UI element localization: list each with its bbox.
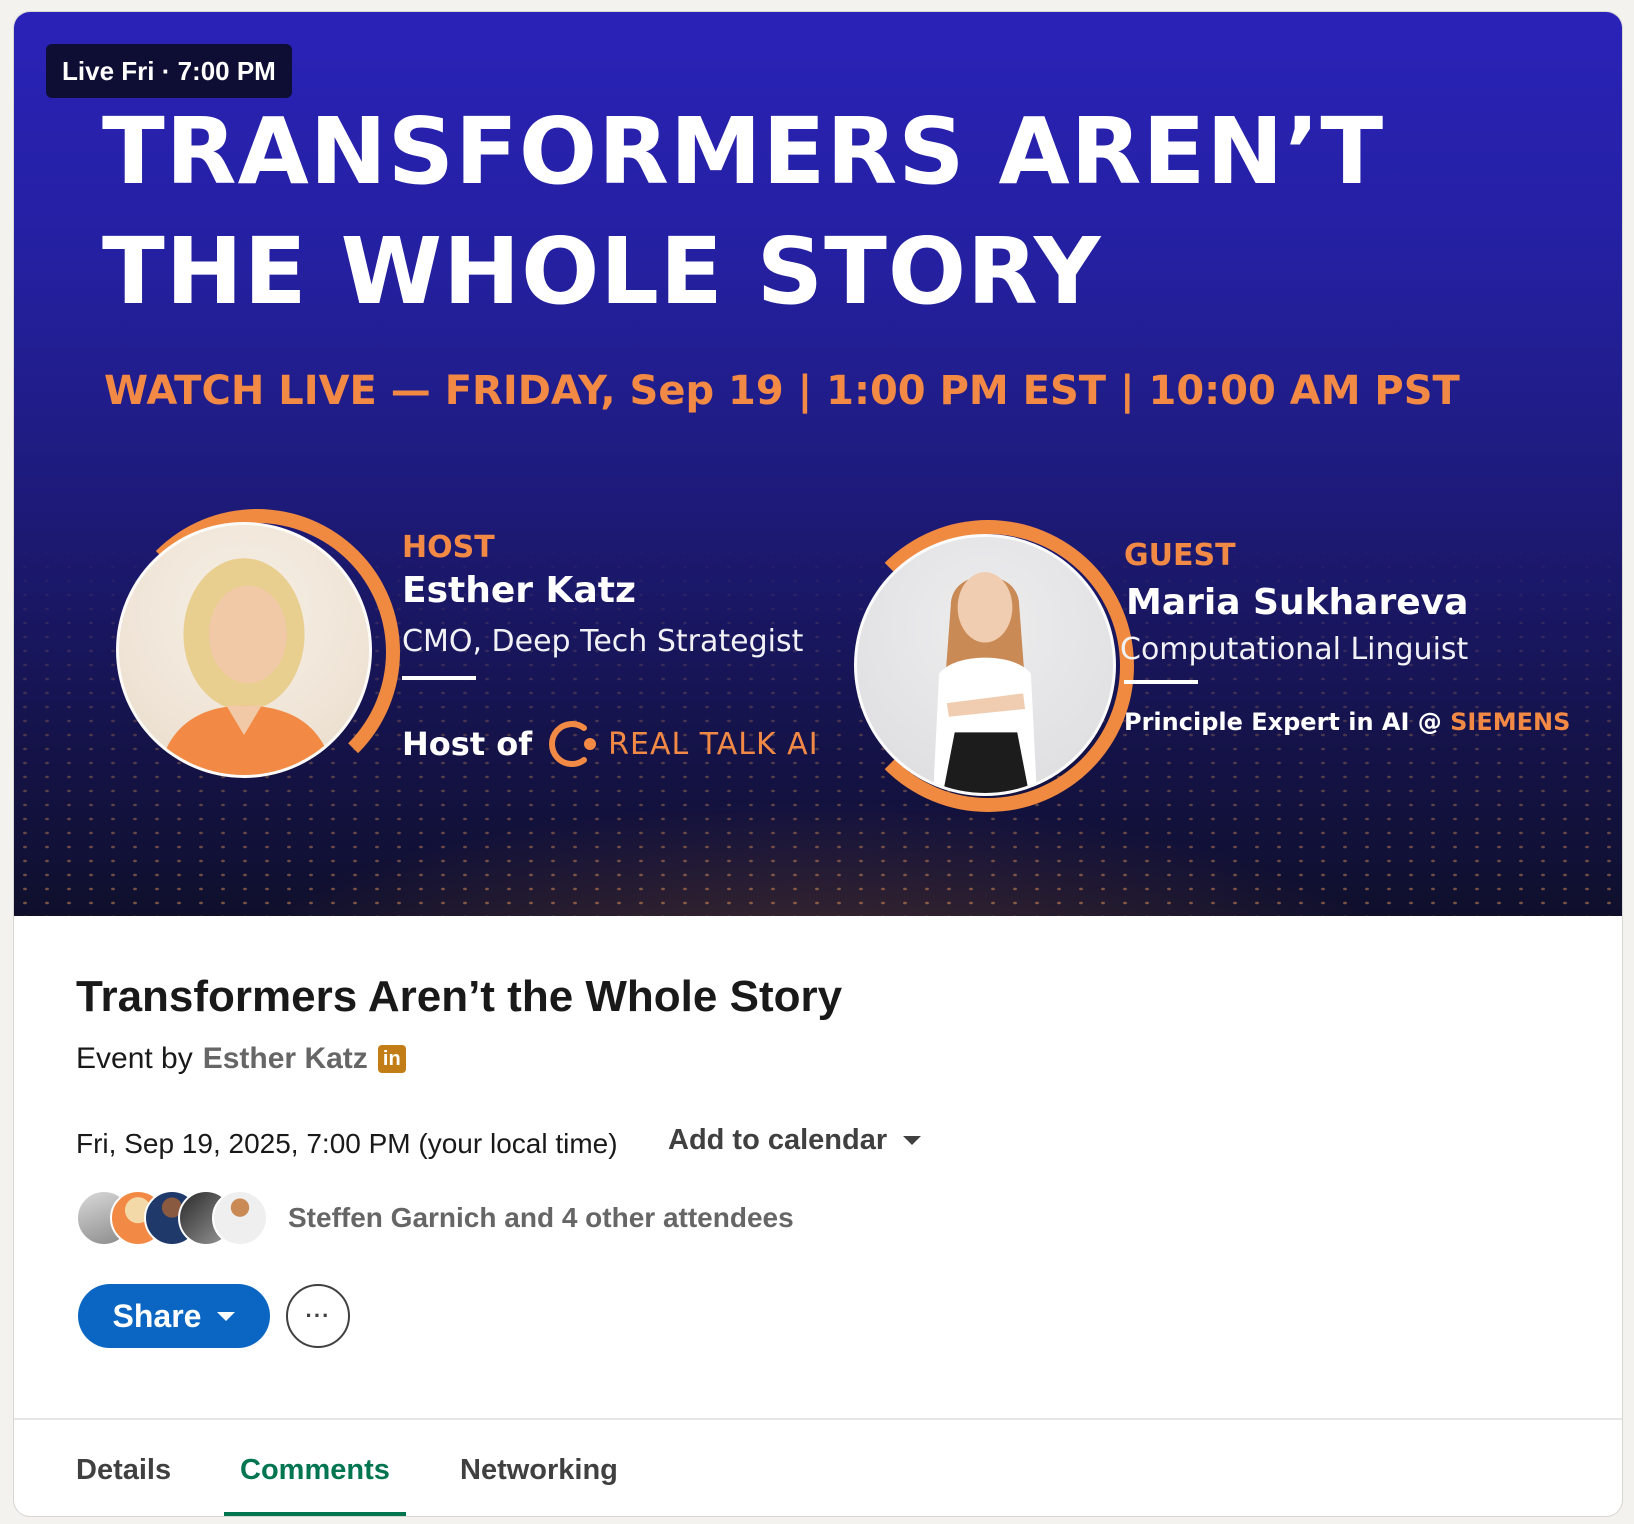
guest-photo — [854, 534, 1116, 796]
attendees-summary[interactable]: Steffen Garnich and 4 other attendees — [288, 1202, 794, 1234]
tab-comments[interactable]: Comments — [224, 1436, 406, 1516]
real-talk-ai-logo-icon — [549, 721, 597, 767]
host-name: Esther Katz — [402, 570, 636, 611]
share-button[interactable]: Share — [78, 1284, 270, 1348]
event-banner-image: Live Fri · 7:00 PM TRANSFORMERS AREN’T T… — [14, 12, 1622, 916]
tab-networking[interactable]: Networking — [444, 1436, 634, 1516]
guest-name: Maria Sukhareva — [1126, 582, 1469, 623]
host-divider — [402, 676, 476, 680]
guest-company: SIEMENS — [1450, 708, 1571, 736]
event-datetime: Fri, Sep 19, 2025, 7:00 PM (your local t… — [76, 1128, 618, 1159]
share-label: Share — [112, 1297, 202, 1334]
headline-line-2: THE WHOLE STORY — [102, 218, 1102, 325]
attendees-row[interactable]: Steffen Garnich and 4 other attendees — [76, 1188, 794, 1248]
linkedin-icon: in — [377, 1045, 406, 1073]
add-to-calendar-label: Add to calendar — [668, 1124, 888, 1156]
event-title: Transformers Aren’t the Whole Story — [76, 972, 843, 1021]
guest-title: Computational Linguist — [1120, 632, 1469, 667]
host-title: CMO, Deep Tech Strategist — [402, 624, 804, 659]
host-portrait-icon — [158, 558, 334, 775]
guest-expertise-text: Principle Expert in AI @ — [1124, 708, 1442, 736]
guest-expertise: Principle Expert in AI @ SIEMENS — [1124, 708, 1570, 736]
host-of-label: Host of — [402, 725, 533, 763]
add-to-calendar-button[interactable]: Add to calendar — [668, 1124, 922, 1157]
watch-live-schedule: WATCH LIVE — FRIDAY, Sep 19 | 1:00 PM ES… — [104, 368, 1460, 414]
host-of-show: Host of REAL TALK AI — [402, 716, 819, 772]
guest-role-label: GUEST — [1124, 538, 1236, 573]
host-photo — [116, 522, 372, 778]
organizer-link[interactable]: Esther Katz — [203, 1042, 368, 1076]
caret-down-icon — [217, 1311, 236, 1321]
host-role-label: HOST — [402, 530, 495, 565]
guest-divider — [1124, 680, 1198, 684]
live-time-badge: Live Fri · 7:00 PM — [46, 44, 292, 98]
show-name: REAL TALK AI — [608, 726, 819, 762]
headline-line-1: TRANSFORMERS AREN’T — [102, 98, 1385, 205]
caret-down-icon — [903, 1136, 922, 1145]
tabs-divider — [14, 1418, 1622, 1420]
tab-details[interactable]: Details — [60, 1436, 187, 1516]
avatar — [212, 1190, 268, 1246]
guest-portrait-icon — [933, 572, 1037, 793]
event-organizer-line: Event by Esther Katz in — [76, 1042, 406, 1076]
event-card: Live Fri · 7:00 PM TRANSFORMERS AREN’T T… — [14, 12, 1622, 1516]
banner-headline: TRANSFORMERS AREN’T THE WHOLE STORY — [102, 92, 1384, 332]
event-by-label: Event by — [76, 1042, 193, 1075]
ellipsis-icon[interactable]: ··· — [286, 1284, 350, 1348]
